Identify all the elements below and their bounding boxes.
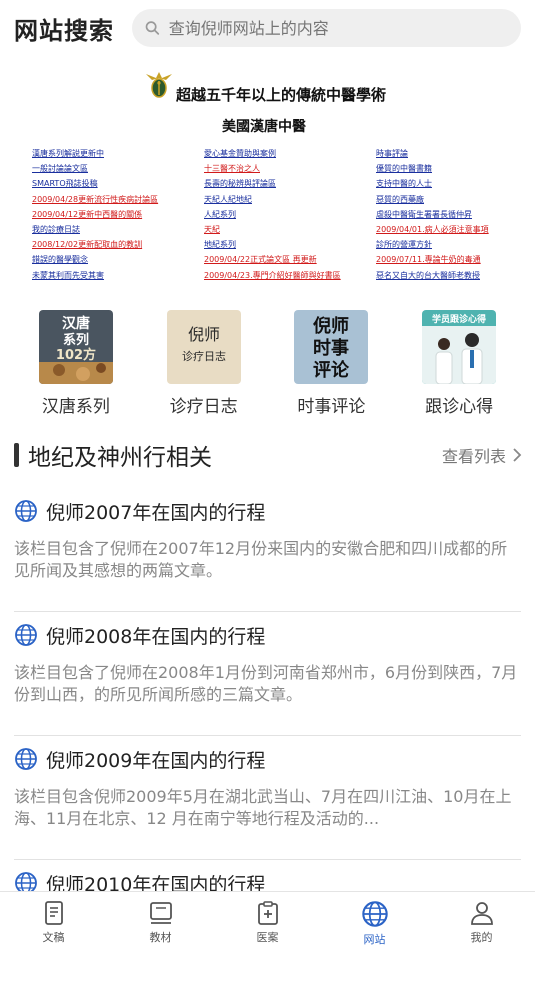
category-hantang[interactable]: 汉唐 系列 102方 汉唐系列 (21, 310, 131, 420)
hantang-book-cover: 汉唐 系列 102方 (38, 310, 113, 384)
category-label: 时事评论 (297, 397, 366, 417)
banner-link[interactable]: 天紀 (204, 222, 341, 237)
tab-textbooks[interactable]: 教材 (107, 892, 214, 951)
banner-link[interactable]: 2008/12/02更新配取血的教訓 (32, 237, 158, 252)
list-item[interactable]: 倪师2009年在国内的行程 该栏目包含倪师2009年5月在湖北武当山、7月在四川… (14, 736, 521, 860)
banner-link[interactable]: SMARTO飛誌投稿 (32, 176, 158, 191)
banner-links-col-2: 愛心基金贊助與案例 十三醫不治之人 長壽的秘辨與評論區 天紀人紀地紀 人紀系列 天紀 地紀系… (204, 146, 341, 283)
svg-text:诊疗日志: 诊疗日志 (182, 349, 226, 363)
banner-link[interactable]: 惡名又自大的台大醫師老教授 (376, 268, 489, 283)
banner-link[interactable]: 2009/04/23.專門介紹好醫師與好書區 (204, 268, 341, 283)
banner-link[interactable]: 2009/04/28更新流行性疾病討論區 (32, 192, 158, 207)
person-icon (470, 902, 493, 925)
svg-text:汉唐: 汉唐 (62, 315, 90, 332)
globe-icon (15, 624, 37, 646)
tab-label: 文稿 (42, 931, 65, 944)
tab-label: 教材 (149, 931, 172, 944)
banner-link[interactable]: 虐殺中醫衛生署署長循仲昇 (376, 207, 489, 222)
banner-link[interactable]: 愛心基金贊助與案例 (204, 146, 341, 161)
banner-link[interactable]: 2009/04/12更新中西醫的關係 (32, 207, 158, 222)
doctor-cover: 学员跟诊心得 (422, 310, 497, 384)
svg-text:时事: 时事 (313, 337, 349, 359)
banner-link[interactable]: 長壽的秘辨與評論區 (204, 176, 341, 191)
category-label: 汉唐系列 (41, 397, 110, 417)
tab-documents[interactable]: 文稿 (0, 892, 107, 951)
banner-link[interactable]: 2009/07/11.專論牛奶的毒通 (376, 252, 489, 267)
banner-link[interactable]: 錯誤的醫學觀念 (32, 252, 158, 267)
globe-icon (361, 901, 388, 927)
list-item-description: 该栏目包含倪师2009年5月在湖北武当山、7月在四川江油、10月在上海、11月在… (14, 787, 512, 828)
banner-links-col-3: 時事評論 優質的中醫書籍 支持中醫的人士 惡質的西藥廠 虐殺中醫衛生署署長循仲昇 2009… (376, 146, 489, 283)
list-item[interactable]: 倪师2008年在国内的行程 该栏目包含了倪师在2008年1月份到河南省郑州市，6… (14, 612, 521, 736)
banner-link[interactable]: 未蒙其利而先受其害 (32, 268, 158, 283)
globe-icon (15, 500, 37, 522)
svg-text:102方: 102方 (56, 347, 96, 363)
banner-link[interactable]: 惡質的西藥廠 (376, 192, 489, 207)
emblem-icon (146, 72, 172, 98)
banner-title: 超越五千年以上的傳統中醫學術 (176, 86, 387, 104)
banner-link[interactable]: 一般討論論文區 (32, 161, 158, 176)
top-bar: 网站搜索 (0, 0, 535, 56)
banner-link[interactable]: 2009/04/22正式論文區 再更新 (204, 252, 341, 267)
website-banner[interactable]: 超越五千年以上的傳統中醫學術 美國漢唐中醫 漢唐系列解説更新中 一般討論論文區 SM… (26, 64, 510, 288)
section-title: 地纪及神州行相关 (28, 445, 212, 471)
view-list-label: 查看列表 (441, 447, 506, 466)
banner-link[interactable]: 支持中醫的人士 (376, 176, 489, 191)
document-icon (44, 901, 63, 925)
globe-icon (15, 748, 37, 770)
category-label: 跟诊心得 (425, 397, 494, 417)
calligraphy-cover: 倪师 诊疗日志 (166, 310, 241, 384)
banner-link[interactable]: 時事評論 (376, 146, 489, 161)
search-icon (145, 21, 160, 35)
banner-link[interactable]: 我的診療日誌 (32, 222, 158, 237)
tab-label: 医案 (256, 931, 279, 944)
svg-text:学员跟诊心得: 学员跟诊心得 (432, 313, 486, 325)
tab-profile[interactable]: 我的 (428, 892, 535, 951)
section-accent-bar (14, 443, 19, 467)
chevron-right-icon (513, 448, 522, 462)
list-item[interactable]: 倪师2007年在国内的行程 该栏目包含了倪师在2007年12月份来国内的安徽合肥… (14, 488, 521, 612)
clipboard-icon (257, 901, 278, 925)
banner-links-col-1: 漢唐系列解説更新中 一般討論論文區 SMARTO飛誌投稿 2009/04/28更新流行… (32, 146, 158, 283)
view-list-link[interactable]: 查看列表 (442, 443, 522, 467)
tab-cases[interactable]: 医案 (214, 892, 321, 951)
tab-label: 我的 (470, 931, 493, 944)
list-item-title: 倪师2008年在国内的行程 (46, 625, 266, 648)
category-commentary[interactable]: 倪师 时事 评论 时事评论 (276, 310, 386, 420)
banner-link[interactable]: 天紀人紀地紀 (204, 192, 341, 207)
category-label: 诊疗日志 (169, 397, 238, 417)
category-row: 汉唐 系列 102方 汉唐系列 倪师 诊疗日志 诊疗日志 倪师 时事 评论 时事… (0, 310, 535, 420)
svg-text:评论: 评论 (313, 359, 350, 381)
banner-link[interactable]: 漢唐系列解説更新中 (32, 146, 158, 161)
svg-text:倪师: 倪师 (188, 325, 220, 344)
category-diary[interactable]: 倪师 诊疗日志 诊疗日志 (149, 310, 259, 420)
book-icon (149, 902, 172, 924)
banner-link[interactable]: 人紀系列 (204, 207, 341, 222)
page-title: 网站搜索 (14, 16, 114, 45)
banner-subtitle: 美國漢唐中醫 (222, 119, 306, 135)
search-input[interactable] (168, 18, 509, 38)
news-commentary-cover: 倪师 时事 评论 (294, 310, 369, 384)
tab-label: 网站 (363, 933, 386, 946)
svg-text:系列: 系列 (63, 332, 89, 348)
list-item-description: 该栏目包含了倪师在2008年1月份到河南省郑州市，6月份到陕西，7月份到山西，的… (14, 663, 518, 704)
section-header: 地纪及神州行相关 查看列表 (14, 438, 522, 472)
bottom-tab-bar: 文稿 教材 医案 网站 我的 (0, 891, 535, 951)
banner-link[interactable]: 優質的中醫書籍 (376, 161, 489, 176)
list-item-title: 倪师2009年在国内的行程 (46, 749, 266, 772)
banner-link[interactable]: 地紀系列 (204, 237, 341, 252)
search-box[interactable] (132, 9, 521, 47)
list-item-title: 倪师2007年在国内的行程 (46, 501, 266, 524)
svg-text:倪师: 倪师 (313, 315, 349, 337)
banner-link[interactable]: 十三醫不治之人 (204, 161, 341, 176)
banner-link[interactable]: 診所的營運方針 (376, 237, 489, 252)
tab-website[interactable]: 网站 (321, 892, 428, 951)
list-item-description: 该栏目包含了倪师在2007年12月份来国内的安徽合肥和四川成都的所见所闻及其感想… (14, 539, 508, 580)
banner-link[interactable]: 2009/04/01.病人必須注意事項 (376, 222, 489, 237)
category-clinical-notes[interactable]: 学员跟诊心得 跟诊心得 (404, 310, 514, 420)
